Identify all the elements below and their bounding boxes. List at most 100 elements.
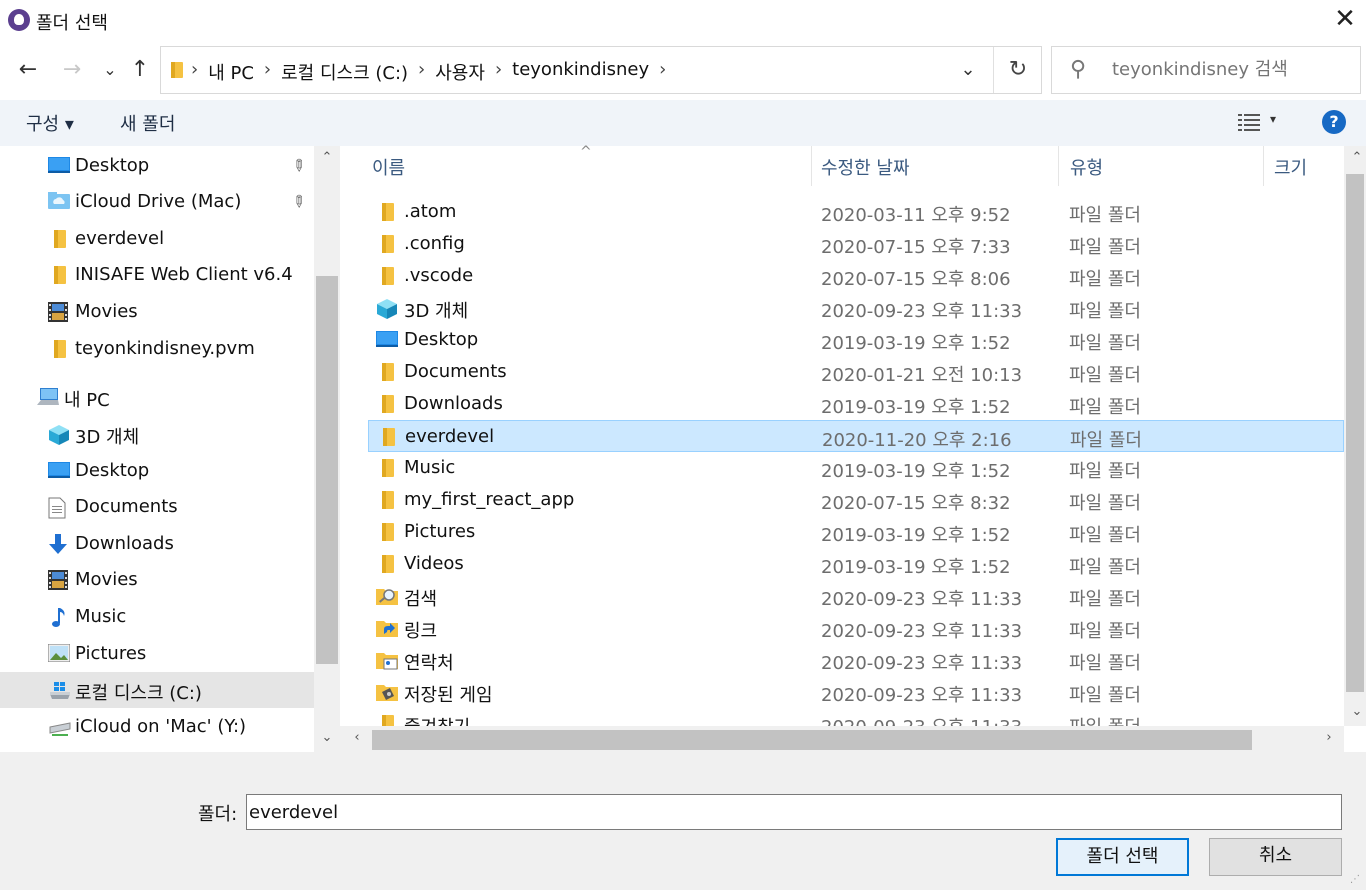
sidebar-item[interactable]: Movies (0, 562, 314, 598)
breadcrumb-separator[interactable]: › (659, 59, 666, 85)
column-divider[interactable] (1058, 146, 1059, 186)
sidebar-item[interactable]: Pictures (0, 636, 314, 672)
up-button[interactable]: ↑ (126, 56, 154, 84)
file-name: Videos (404, 553, 464, 574)
breadcrumb-item[interactable]: 내 PC (208, 59, 254, 85)
address-bar[interactable]: › 내 PC › 로컬 디스크 (C:) › 사용자 › teyonkindisney › ⌄ … (160, 46, 1042, 94)
nav-scroll-up-arrow[interactable]: ⌃ (316, 150, 338, 165)
back-button[interactable]: ← (14, 56, 42, 84)
table-row[interactable]: .config 2020-07-15 오후 7:33 파일 폴더 (368, 228, 1344, 260)
horizontal-scrollbar-thumb[interactable] (372, 730, 1252, 750)
divider (993, 47, 994, 93)
download-icon (48, 534, 70, 554)
nav-scroll-down-arrow[interactable]: ⌄ (316, 730, 338, 745)
search-input[interactable] (1112, 59, 1352, 80)
sidebar-item[interactable]: iCloud Drive (Mac) ✎ (0, 184, 314, 220)
column-header-name[interactable]: 이름 (372, 154, 405, 180)
github-desktop-icon (8, 9, 30, 31)
cancel-button[interactable]: 취소 (1209, 838, 1342, 876)
sidebar-item[interactable]: 3D 개체 (0, 416, 314, 452)
view-options-icon[interactable] (1238, 112, 1260, 132)
table-row[interactable]: 검색 2020-09-23 오후 11:33 파일 폴더 (368, 580, 1344, 612)
recent-locations-button[interactable]: ⌄ (96, 56, 124, 84)
file-date: 2020-09-23 오후 11:33 (821, 653, 1023, 674)
view-dropdown-button[interactable]: ▾ (1270, 112, 1276, 126)
sidebar-item[interactable]: everdevel (0, 221, 314, 257)
file-type: 파일 폴더 (1069, 365, 1141, 386)
table-row[interactable]: .atom 2020-03-11 오후 9:52 파일 폴더 (368, 196, 1344, 228)
table-row[interactable]: 저장된 게임 2020-09-23 오후 11:33 파일 폴더 (368, 676, 1344, 708)
pin-icon[interactable]: ✎ (287, 190, 310, 213)
sidebar-item[interactable]: iCloud on 'Mac' (Y:) (0, 709, 314, 745)
breadcrumb-separator[interactable]: › (264, 59, 271, 85)
sidebar-item[interactable]: INISAFE Web Client v6.4 (0, 257, 314, 293)
file-name: 3D 개체 (404, 301, 469, 322)
close-button[interactable]: ✕ (1330, 4, 1360, 34)
sidebar-item[interactable]: Desktop ✎ (0, 148, 314, 184)
sidebar-item-label: INISAFE Web Client v6.4 (75, 264, 293, 285)
breadcrumb-separator[interactable]: › (418, 59, 425, 85)
forward-button[interactable]: → (58, 56, 86, 84)
scroll-up-arrow[interactable]: ⌃ (1346, 150, 1366, 165)
sidebar-item[interactable]: teyonkindisney.pvm (0, 331, 314, 367)
table-row[interactable]: 3D 개체 2020-09-23 오후 11:33 파일 폴더 (368, 292, 1344, 324)
sidebar-item[interactable]: 로컬 디스크 (C:) (0, 672, 314, 708)
organize-menu-button[interactable]: 구성 ▾ (26, 110, 74, 136)
picture-icon (47, 643, 71, 664)
sidebar-item[interactable]: Desktop (0, 453, 314, 489)
table-row[interactable]: 연락처 2020-09-23 오후 11:33 파일 폴더 (368, 644, 1344, 676)
help-button[interactable]: ? (1322, 110, 1346, 134)
file-date: 2020-11-20 오후 2:16 (822, 430, 1012, 451)
pin-icon[interactable]: ✎ (287, 154, 310, 177)
table-row[interactable]: .vscode 2020-07-15 오후 8:06 파일 폴더 (368, 260, 1344, 292)
file-date: 2020-09-23 오후 11:33 (821, 685, 1023, 706)
desktop-icon (376, 330, 398, 350)
address-dropdown-button[interactable]: ⌄ (953, 59, 983, 83)
breadcrumb-item[interactable]: teyonkindisney (512, 59, 649, 85)
breadcrumb-separator[interactable]: › (495, 59, 502, 85)
sidebar-item[interactable]: Music (0, 599, 314, 635)
scroll-left-arrow[interactable]: ‹ (346, 730, 368, 745)
resize-grip-icon[interactable]: ⋰ (1350, 874, 1360, 885)
table-row[interactable]: Documents 2020-01-21 오전 10:13 파일 폴더 (368, 356, 1344, 388)
drive-icon (48, 680, 70, 700)
sidebar-item-label: Movies (75, 569, 138, 590)
folder-name-input[interactable] (246, 794, 1342, 830)
scroll-down-arrow[interactable]: ⌄ (1346, 704, 1366, 719)
sidebar-item[interactable]: 내 PC (0, 379, 314, 415)
sidebar-item[interactable]: Documents (0, 489, 314, 525)
new-folder-button[interactable]: 새 폴더 (120, 110, 175, 136)
search-box[interactable]: ⚲ (1051, 46, 1361, 94)
folder-icon (48, 339, 70, 359)
column-divider[interactable] (1263, 146, 1264, 186)
column-divider[interactable] (811, 146, 812, 186)
table-row[interactable]: Pictures 2019-03-19 오후 1:52 파일 폴더 (368, 516, 1344, 548)
vertical-scrollbar-thumb[interactable] (1346, 174, 1364, 692)
table-row[interactable]: Videos 2019-03-19 오후 1:52 파일 폴더 (368, 548, 1344, 580)
scroll-right-arrow[interactable]: › (1318, 730, 1340, 745)
column-header-date[interactable]: 수정한 날짜 (821, 154, 910, 180)
file-list: ^ 이름 수정한 날짜 유형 크기 .atom 2020-03-11 오후 9:5… (340, 144, 1366, 752)
dialog-footer: 폴더: 폴더 선택 취소 ⋰ (0, 752, 1366, 890)
file-type: 파일 폴더 (1069, 589, 1141, 610)
column-header-type[interactable]: 유형 (1070, 154, 1103, 180)
breadcrumb-separator[interactable]: › (191, 59, 198, 85)
table-row[interactable]: 즐겨찾기 2020-09-23 오후 11:33 파일 폴더 (368, 708, 1344, 726)
file-type: 파일 폴더 (1069, 301, 1141, 322)
nav-scrollbar-thumb[interactable] (316, 276, 338, 664)
table-row[interactable]: everdevel 2020-11-20 오후 2:16 파일 폴더 (368, 420, 1344, 452)
select-folder-button[interactable]: 폴더 선택 (1056, 838, 1189, 876)
breadcrumb-item[interactable]: 로컬 디스크 (C:) (281, 59, 408, 85)
refresh-button[interactable]: ↻ (1003, 57, 1033, 85)
sidebar-item[interactable]: Downloads (0, 526, 314, 562)
table-row[interactable]: 링크 2020-09-23 오후 11:33 파일 폴더 (368, 612, 1344, 644)
table-row[interactable]: Downloads 2019-03-19 오후 1:52 파일 폴더 (368, 388, 1344, 420)
table-row[interactable]: Music 2019-03-19 오후 1:52 파일 폴더 (368, 452, 1344, 484)
table-row[interactable]: Desktop 2019-03-19 오후 1:52 파일 폴더 (368, 324, 1344, 356)
sidebar-item[interactable]: Movies (0, 294, 314, 330)
sidebar-item-label: 3D 개체 (75, 427, 140, 448)
table-row[interactable]: my_first_react_app 2020-07-15 오후 8:32 파일 폴… (368, 484, 1344, 516)
file-date: 2020-01-21 오전 10:13 (821, 365, 1023, 386)
breadcrumb-item[interactable]: 사용자 (435, 59, 485, 85)
column-header-size[interactable]: 크기 (1274, 154, 1307, 180)
